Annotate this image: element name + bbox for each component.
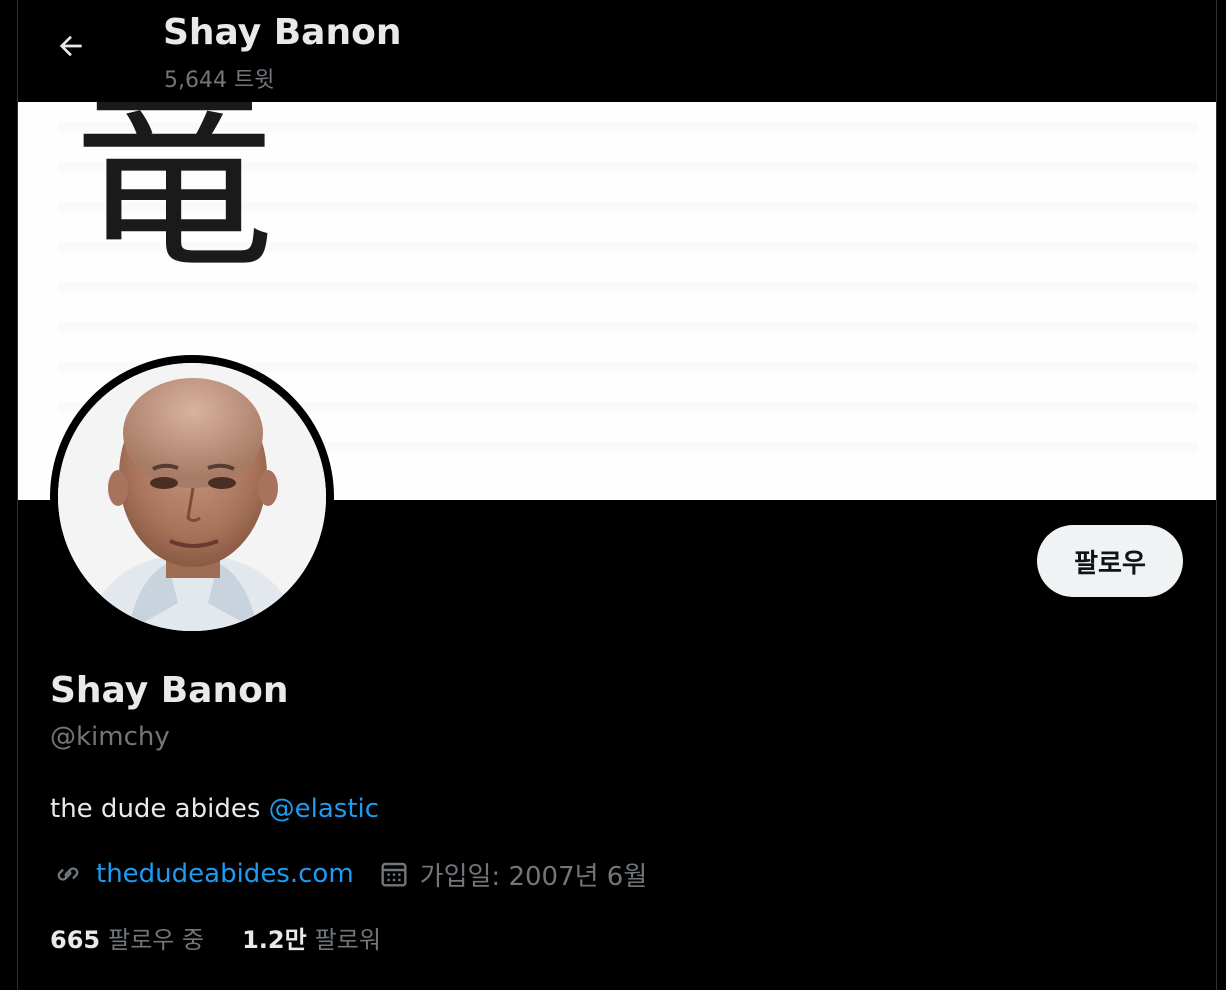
arrow-left-icon [55, 30, 87, 66]
tweet-count: 5,644 트윗 [164, 68, 275, 93]
profile-page: Shay Banon 5,644 트윗 竜 팔로우 Shay Banon @ki… [17, 0, 1217, 990]
profile-name: Shay Banon [50, 670, 289, 711]
avatar[interactable] [50, 355, 334, 639]
followers-link[interactable]: 1.2만 팔로워 [242, 920, 381, 955]
link-icon [50, 856, 86, 892]
calendar-icon [376, 856, 412, 892]
followers-count: 1.2만 [242, 926, 307, 954]
website-link[interactable]: thedudeabides.com [96, 859, 354, 889]
followers-label: 팔로워 [314, 926, 381, 954]
following-count: 665 [50, 926, 101, 954]
following-link[interactable]: 665 팔로우 중 [50, 920, 204, 955]
avatar-photo [58, 363, 326, 631]
back-button[interactable] [45, 22, 97, 74]
follow-stats: 665 팔로우 중 1.2만 팔로워 [50, 920, 381, 955]
header-title: Shay Banon [163, 12, 402, 53]
top-bar: Shay Banon 5,644 트윗 [18, 0, 1216, 102]
bio-text: the dude abides [50, 794, 269, 824]
profile-bio: the dude abides @elastic [50, 794, 379, 824]
following-label: 팔로우 중 [108, 926, 205, 954]
bio-mention-link[interactable]: @elastic [269, 794, 379, 824]
follow-button[interactable]: 팔로우 [1037, 525, 1183, 597]
profile-meta: thedudeabides.com 가입일: 2007년 6월 [50, 852, 647, 896]
profile-handle: @kimchy [50, 722, 170, 752]
banner-glyph: 竜 [74, 102, 275, 296]
join-date: 가입일: 2007년 6월 [419, 861, 648, 892]
